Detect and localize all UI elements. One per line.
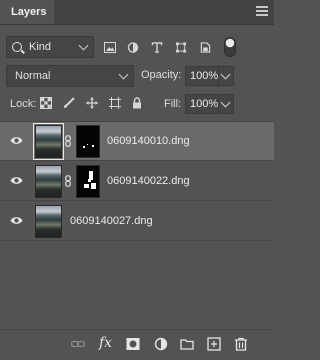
layers-list: 0609140010.dng 0609140022.dng 0609140027…	[0, 121, 274, 331]
fill-label: Fill:	[164, 98, 182, 110]
visibility-eye-icon[interactable]	[10, 136, 23, 145]
adjustment-layer-icon[interactable]	[154, 337, 168, 351]
fill-input[interactable]: 100%	[185, 94, 219, 114]
layer-mask-thumbnail[interactable]	[76, 165, 100, 198]
layer-row[interactable]: 0609140010.dng	[0, 122, 274, 161]
layers-panel: Layers Kind Normal Opacity: 100% Lock: F…	[0, 0, 274, 360]
opacity-input[interactable]: 100%	[185, 66, 219, 86]
pixel-filter-icon[interactable]	[104, 42, 116, 53]
mask-detail	[83, 144, 94, 148]
chevron-down-icon	[220, 69, 231, 80]
layer-name[interactable]: 0609140022.dng	[107, 175, 190, 187]
delete-layer-icon[interactable]	[234, 337, 248, 351]
chevron-down-icon	[78, 40, 89, 51]
mask-detail	[84, 171, 96, 189]
chevron-down-icon	[118, 69, 129, 80]
layer-name[interactable]: 0609140027.dng	[70, 215, 153, 227]
lock-all-icon[interactable]	[131, 97, 143, 109]
smart-object-filter-icon[interactable]	[199, 42, 211, 53]
layer-thumbnail[interactable]	[33, 123, 64, 160]
layers-tab[interactable]: Layers	[0, 0, 54, 24]
visibility-eye-icon[interactable]	[10, 176, 23, 185]
lock-position-icon[interactable]	[86, 97, 98, 109]
lock-row: Lock: Fill: 100%	[0, 93, 274, 115]
layer-thumbnail[interactable]	[35, 165, 62, 198]
type-filter-icon[interactable]	[151, 42, 163, 53]
lock-artboard-icon[interactable]	[109, 97, 121, 109]
filter-kind-select[interactable]: Kind	[6, 36, 94, 58]
blend-row: Normal Opacity: 100%	[0, 65, 274, 87]
opacity-label: Opacity:	[141, 69, 182, 81]
visibility-eye-icon[interactable]	[10, 216, 23, 225]
adjustment-filter-icon[interactable]	[127, 42, 139, 53]
panel-menu-icon[interactable]	[256, 6, 268, 16]
shape-filter-icon[interactable]	[175, 42, 187, 53]
layers-footer: fx	[0, 329, 274, 360]
filter-toggle-icon[interactable]	[224, 37, 236, 57]
chevron-down-icon	[220, 97, 231, 108]
layer-mask-thumbnail[interactable]	[76, 125, 100, 158]
search-icon	[12, 42, 22, 52]
new-layer-icon[interactable]	[207, 337, 221, 351]
lock-label: Lock:	[10, 98, 37, 110]
layer-thumbnail[interactable]	[35, 205, 62, 238]
mask-link-icon[interactable]	[65, 175, 71, 187]
opacity-dropdown[interactable]	[218, 66, 234, 86]
layer-row[interactable]: 0609140022.dng	[0, 162, 274, 201]
link-layers-icon[interactable]	[71, 337, 85, 351]
layer-row[interactable]: 0609140027.dng	[0, 202, 274, 241]
mask-link-icon[interactable]	[65, 135, 71, 147]
lock-image-pixels-icon[interactable]	[63, 97, 75, 109]
panel-tab-bar: Layers	[0, 0, 274, 25]
blend-mode-value: Normal	[15, 70, 51, 82]
layer-name[interactable]: 0609140010.dng	[107, 135, 190, 147]
fill-dropdown[interactable]	[218, 94, 234, 114]
blend-mode-select[interactable]: Normal	[6, 65, 134, 87]
filter-row: Kind	[0, 33, 274, 61]
new-group-icon[interactable]	[180, 337, 194, 351]
filter-kind-label: Kind	[29, 41, 52, 53]
fx-icon[interactable]: fx	[99, 335, 112, 351]
lock-transparent-pixels-icon[interactable]	[40, 97, 52, 109]
add-mask-icon[interactable]	[126, 337, 140, 351]
